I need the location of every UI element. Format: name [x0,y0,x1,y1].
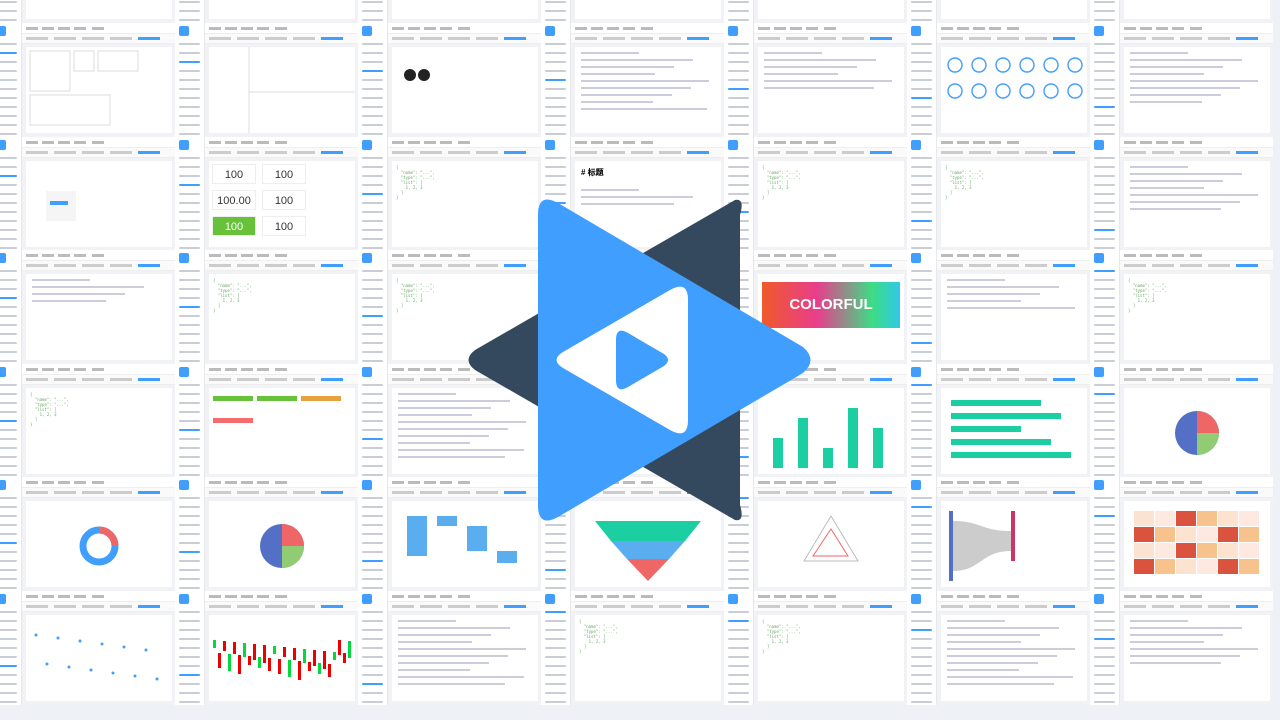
play-triangle-logo-icon [468,199,811,521]
